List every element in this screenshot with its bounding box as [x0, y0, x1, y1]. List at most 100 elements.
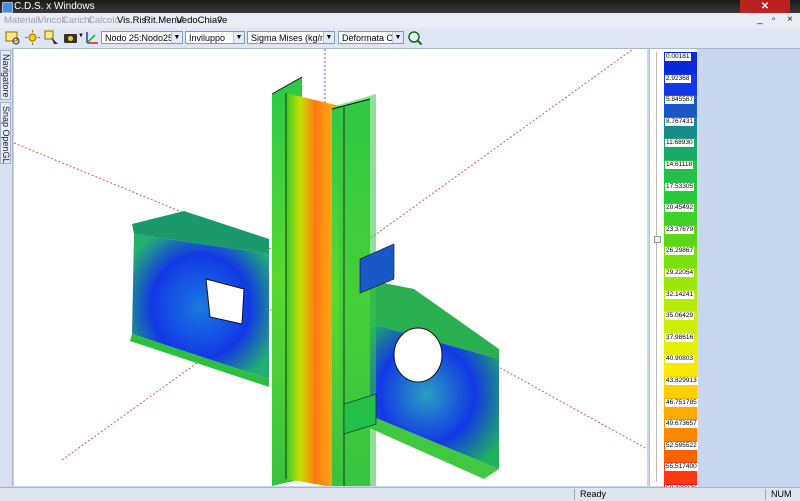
legend-swatch	[664, 408, 697, 420]
child-close-button[interactable]: ×	[787, 14, 793, 25]
legend-entry: 17.53305	[664, 181, 697, 193]
chevron-down-icon: ▼	[323, 32, 334, 43]
legend-entry: 8.767431	[664, 116, 697, 128]
window-close-button[interactable]: ✕	[740, 0, 790, 13]
left-beam	[130, 211, 269, 387]
legend-value: 14.61118	[665, 160, 694, 169]
node-combo[interactable]: Nodo 25:Nodo25 ▼	[101, 31, 183, 44]
legend-entry: 5.845567	[664, 95, 697, 106]
chevron-down-icon: ▼	[171, 32, 182, 43]
zoom-window-icon[interactable]	[4, 29, 21, 46]
legend-value: 35.06429	[665, 312, 695, 321]
legend-entry: 55.517400	[664, 462, 698, 474]
legend-swatch	[664, 365, 697, 376]
legend-swatch	[664, 213, 697, 225]
zoom-icon[interactable]	[406, 29, 423, 46]
legend-band	[664, 321, 697, 333]
legend-value: 5.845567	[665, 96, 695, 105]
axes-icon[interactable]	[84, 29, 101, 46]
legend-value: 29.22054	[665, 268, 695, 277]
legend-value: 37.98616	[665, 333, 695, 342]
menu-help[interactable]: ?	[217, 15, 222, 26]
legend-band	[664, 451, 697, 463]
status-separator	[765, 489, 766, 500]
legend-entry: 40.90803	[664, 354, 697, 366]
legend-entry: 20.45492	[664, 203, 697, 214]
chevron-down-icon: ▼	[392, 32, 403, 43]
legend-value: 32.14241	[665, 290, 695, 299]
legend-band	[664, 105, 697, 117]
legend-value: 2.92368	[665, 74, 691, 83]
legend-entry: 49.673657	[664, 419, 698, 430]
menu-calcolo: Calcolo	[88, 15, 120, 26]
legend-swatch	[664, 84, 697, 96]
envelope-combo[interactable]: Inviluppo ▼	[185, 31, 245, 44]
stress-combo[interactable]: Sigma Mises (kg/mmq) ▼	[247, 31, 335, 44]
legend-value: 26.29867	[665, 247, 695, 256]
status-num: NUM	[771, 489, 792, 499]
status-bar: Ready NUM	[0, 487, 800, 501]
menu-materiali: Materiali	[4, 15, 40, 26]
legend-entry: 0.00181	[664, 52, 697, 63]
legend-swatch	[664, 62, 697, 74]
legend-swatch	[664, 386, 697, 398]
legend-entry: 46.751785	[664, 397, 698, 409]
legend-scroll[interactable]	[653, 52, 661, 482]
legend-band	[664, 473, 697, 484]
camera-icon[interactable]	[62, 29, 79, 46]
legend-swatch	[664, 473, 697, 484]
legend-band	[664, 278, 697, 290]
legend-band	[664, 192, 697, 204]
deform-combo[interactable]: Deformata Off ▼	[338, 31, 404, 44]
legend-entry: 32.14241	[664, 289, 697, 301]
child-restore-button[interactable]: ▫	[772, 14, 776, 25]
legend-entry: 23.37679	[664, 224, 697, 236]
legend-band	[664, 213, 697, 225]
legend-value: 52.595522	[665, 441, 698, 450]
legend-swatch	[664, 429, 697, 441]
legend-band	[664, 429, 697, 441]
legend-band	[664, 62, 697, 74]
legend-entry: 35.06429	[664, 311, 697, 322]
fem-stress-model[interactable]	[14, 49, 647, 486]
stress-legend: 0.00181 2.92368 5.845567 8.767431 11.68930 14…	[664, 52, 698, 495]
envelope-combo-value: Inviluppo	[189, 33, 226, 43]
legend-value: 11.68930	[665, 139, 694, 148]
app-icon	[2, 2, 13, 13]
select-tool-icon[interactable]	[43, 29, 60, 46]
legend-swatch	[664, 343, 697, 355]
legend-value: 17.53305	[665, 182, 695, 191]
legend-scroll-track	[656, 52, 657, 482]
window-title: C.D.S. x Windows	[14, 1, 95, 12]
legend-band	[664, 170, 697, 182]
child-minimize-button[interactable]: _	[757, 14, 763, 25]
legend-value: 8.767431	[665, 117, 695, 126]
tab-navigator[interactable]: Navigatore	[0, 50, 11, 100]
legend-swatch	[664, 278, 697, 290]
legend-value: 49.673657	[665, 420, 698, 429]
legend-value: 46.751785	[665, 398, 698, 407]
legend-entry: 11.68930	[664, 138, 697, 150]
legend-band	[664, 235, 697, 247]
opengl-viewport[interactable]	[14, 49, 647, 486]
light-icon[interactable]	[24, 29, 41, 46]
tab-snap-opengl-label: Snap OpenGL	[1, 106, 11, 164]
legend-swatch	[664, 257, 697, 268]
tab-snap-opengl[interactable]: Snap OpenGL	[0, 102, 11, 164]
status-separator	[574, 489, 575, 500]
legend-band	[664, 84, 697, 96]
legend-entry: 29.22054	[664, 267, 697, 279]
legend-band	[664, 386, 697, 398]
legend-value: 43.829913	[665, 376, 698, 385]
legend-swatch	[664, 235, 697, 247]
legend-entry: 2.92368	[664, 73, 697, 85]
legend-band	[664, 343, 697, 355]
legend-swatch	[664, 127, 697, 139]
legend-scroll-thumb[interactable]	[654, 236, 661, 243]
legend-swatch	[664, 192, 697, 204]
legend-entry: 26.29867	[664, 246, 697, 258]
status-ready: Ready	[580, 489, 607, 499]
legend-value: 55.517400	[665, 463, 698, 472]
legend-entry: 14.61118	[664, 159, 697, 171]
menu-bar: Materiali Vincoli Carichi Calcolo Vis.Ri…	[0, 13, 800, 28]
